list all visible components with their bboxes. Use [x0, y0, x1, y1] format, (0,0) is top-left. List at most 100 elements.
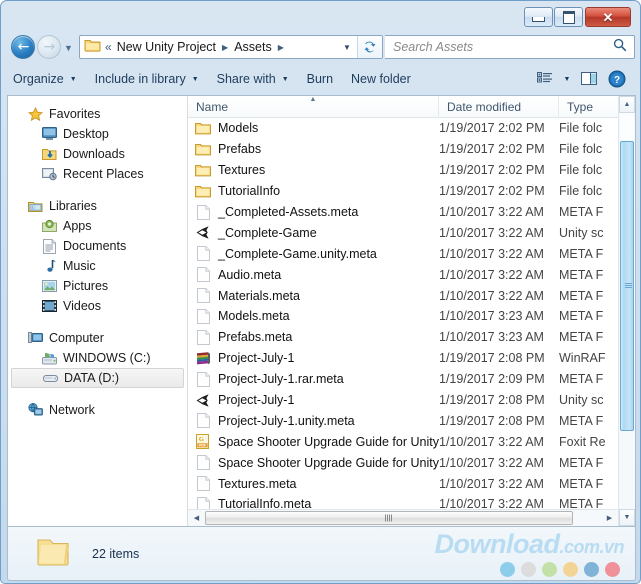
vertical-scrollbar-thumb[interactable] [620, 141, 634, 431]
cell-date-modified: 1/10/2017 3:22 AM [439, 205, 559, 219]
table-row[interactable]: Textures1/19/2017 2:02 PMFile folc [188, 160, 618, 181]
sidebar-item-computer[interactable]: Computer [8, 328, 187, 348]
table-row[interactable]: Prefabs1/19/2017 2:02 PMFile folc [188, 139, 618, 160]
scroll-left-button[interactable]: ◀ [188, 510, 205, 526]
table-row[interactable]: _Complete-Game1/10/2017 3:22 AMUnity sc [188, 222, 618, 243]
table-row[interactable]: TutorialInfo.meta1/10/2017 3:22 AMMETA F [188, 494, 618, 509]
vertical-scrollbar[interactable]: ▲ ▼ [618, 96, 635, 526]
toolbar-burn-button[interactable]: Burn [298, 68, 342, 90]
table-row[interactable]: Materials.meta1/10/2017 3:22 AMMETA F [188, 285, 618, 306]
toolbar-include-in-library-button[interactable]: Include in library ▼ [86, 68, 208, 90]
scroll-right-button[interactable]: ▶ [601, 510, 618, 526]
cell-name[interactable]: Audio.meta [188, 267, 439, 283]
sidebar-item-data-d[interactable]: DATA (D:) [11, 368, 184, 388]
column-header-date-modified[interactable]: Date modified [439, 96, 559, 118]
sidebar-item-windows-c[interactable]: WINDOWS (C:) [8, 348, 187, 368]
table-row[interactable]: Models1/19/2017 2:02 PMFile folc [188, 118, 618, 139]
sidebar-item-documents[interactable]: Documents [8, 236, 187, 256]
table-row[interactable]: Audio.meta1/10/2017 3:22 AMMETA F [188, 264, 618, 285]
cell-name[interactable]: Prefabs.meta [188, 329, 439, 345]
sidebar-item-desktop[interactable]: Desktop [8, 124, 187, 144]
refresh-button[interactable] [357, 36, 382, 58]
cell-name[interactable]: GPDFSpace Shooter Upgrade Guide for Unit… [188, 434, 439, 450]
sidebar-item-favorites[interactable]: Favorites [8, 104, 187, 124]
table-row[interactable]: Project-July-1.rar.meta1/19/2017 2:09 PM… [188, 369, 618, 390]
help-button[interactable]: ? [603, 67, 631, 91]
cell-name[interactable]: Project-July-1.unity.meta [188, 413, 439, 429]
sidebar-label: Network [49, 403, 95, 417]
cell-name[interactable]: Project-July-1.rar.meta [188, 371, 439, 387]
cell-type: Foxit Re [559, 435, 618, 449]
table-row[interactable]: Prefabs.meta1/10/2017 3:23 AMMETA F [188, 327, 618, 348]
forward-button[interactable]: → [37, 35, 61, 59]
downloads-icon [41, 146, 57, 162]
cell-type: META F [559, 497, 618, 509]
change-view-button[interactable] [531, 67, 559, 91]
breadcrumb-item-project[interactable]: New Unity Project [115, 39, 218, 55]
sidebar-item-libraries[interactable]: Libraries [8, 196, 187, 216]
cell-name[interactable]: Textures.meta [188, 476, 439, 492]
cell-date-modified: 1/19/2017 2:02 PM [439, 163, 559, 177]
sidebar-item-downloads[interactable]: Downloads [8, 144, 187, 164]
address-dropdown-button[interactable]: ▼ [338, 36, 356, 58]
toolbar-share-with-button[interactable]: Share with ▼ [208, 68, 298, 90]
table-row[interactable]: _Complete-Game.unity.meta1/10/2017 3:22 … [188, 243, 618, 264]
search-icon[interactable] [613, 38, 627, 57]
back-button[interactable]: ← [11, 35, 35, 59]
table-row[interactable]: Space Shooter Upgrade Guide for Unity 5.… [188, 452, 618, 473]
sidebar-item-music[interactable]: Music [8, 256, 187, 276]
maximize-button[interactable] [554, 7, 583, 27]
horizontal-scrollbar-thumb[interactable] [205, 511, 573, 525]
watermark: Download.com.vn [416, 529, 626, 581]
chevron-right-icon[interactable]: ▶ [274, 43, 288, 52]
column-header-name[interactable]: ▲ Name [188, 96, 439, 118]
watermark-suffix: .com.vn [559, 537, 624, 557]
scroll-down-button[interactable]: ▼ [619, 509, 635, 526]
file-list-pane[interactable]: ▲ Name Date modified Type Models1/19/201… [188, 96, 635, 526]
scroll-track-top[interactable] [620, 113, 634, 140]
table-row[interactable]: Project-July-1.unity.meta1/19/2017 2:08 … [188, 410, 618, 431]
cell-name[interactable]: Project-July-1 [188, 350, 439, 366]
navigation-pane[interactable]: Favorites Desktop [8, 96, 188, 526]
cell-name[interactable]: Models [188, 120, 439, 136]
table-row[interactable]: Project-July-11/19/2017 2:08 PMWinRAF [188, 348, 618, 369]
cell-name[interactable]: _Complete-Game [188, 225, 439, 241]
chevron-right-icon[interactable]: ▶ [218, 43, 232, 52]
watermark-brand: Download [434, 529, 559, 559]
minimize-button[interactable] [524, 7, 553, 27]
sidebar-item-pictures[interactable]: Pictures [8, 276, 187, 296]
cell-name[interactable]: Project-July-1 [188, 392, 439, 408]
sidebar-item-videos[interactable]: Videos [8, 296, 187, 316]
cell-name[interactable]: Materials.meta [188, 288, 439, 304]
close-button[interactable]: ✕ [585, 7, 631, 27]
cell-name[interactable]: Prefabs [188, 141, 439, 157]
table-row[interactable]: Models.meta1/10/2017 3:23 AMMETA F [188, 306, 618, 327]
horizontal-scrollbar[interactable]: ◀ ▶ [188, 509, 618, 526]
sidebar-item-network[interactable]: Network [8, 400, 187, 420]
recent-pages-button[interactable]: ▼ [64, 43, 73, 53]
cell-name[interactable]: _Completed-Assets.meta [188, 204, 439, 220]
search-input[interactable]: Search Assets [385, 40, 613, 54]
table-row[interactable]: TutorialInfo1/19/2017 2:02 PMFile folc [188, 181, 618, 202]
cell-name[interactable]: Models.meta [188, 308, 439, 324]
table-row[interactable]: _Completed-Assets.meta1/10/2017 3:22 AMM… [188, 202, 618, 223]
search-box[interactable]: Search Assets [385, 35, 635, 59]
sidebar-item-apps[interactable]: Apps [8, 216, 187, 236]
toolbar-new-folder-button[interactable]: New folder [342, 68, 420, 90]
cell-name[interactable]: TutorialInfo.meta [188, 496, 439, 509]
cell-name[interactable]: Space Shooter Upgrade Guide for Unity 5.… [188, 455, 439, 471]
table-row[interactable]: GPDFSpace Shooter Upgrade Guide for Unit… [188, 431, 618, 452]
sidebar-item-recent-places[interactable]: Recent Places [8, 164, 187, 184]
change-view-dropdown-button[interactable]: ▼ [559, 67, 575, 91]
cell-name[interactable]: TutorialInfo [188, 183, 439, 199]
table-row[interactable]: Textures.meta1/10/2017 3:22 AMMETA F [188, 473, 618, 494]
table-row[interactable]: Project-July-11/19/2017 2:08 PMUnity sc [188, 390, 618, 411]
breadcrumb-overflow-icon[interactable]: « [103, 40, 115, 54]
scroll-up-button[interactable]: ▲ [619, 96, 635, 113]
cell-name[interactable]: Textures [188, 162, 439, 178]
show-preview-pane-button[interactable] [575, 67, 603, 91]
toolbar-organize-button[interactable]: Organize ▼ [4, 68, 86, 90]
cell-name[interactable]: _Complete-Game.unity.meta [188, 246, 439, 262]
breadcrumb-item-assets[interactable]: Assets [232, 39, 274, 55]
address-bar[interactable]: « New Unity Project ▶ Assets ▶ ▼ [79, 35, 383, 59]
